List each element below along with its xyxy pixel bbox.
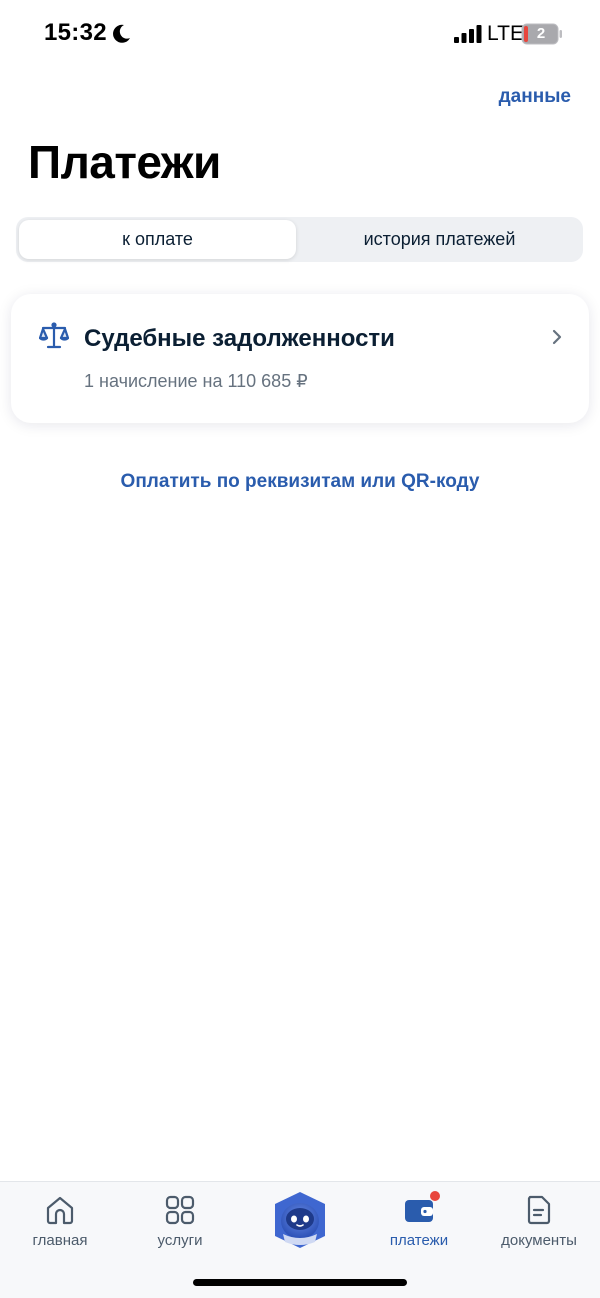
document-icon bbox=[527, 1195, 551, 1225]
court-debts-card[interactable]: Судебные задолженности 1 начисление на 1… bbox=[11, 294, 589, 423]
home-indicator bbox=[193, 1279, 407, 1286]
nav-item-documents[interactable]: документы bbox=[479, 1182, 599, 1262]
nav-label-home: главная bbox=[32, 1232, 88, 1249]
assistant-robot-icon[interactable] bbox=[270, 1190, 330, 1250]
tab-to-pay[interactable]: к оплате bbox=[19, 220, 296, 259]
signal-icon bbox=[454, 25, 482, 43]
nav-label-documents: документы bbox=[501, 1232, 577, 1249]
scales-icon bbox=[39, 322, 69, 349]
page-title: Платежи bbox=[28, 136, 221, 188]
status-time: 15:32 bbox=[44, 19, 107, 46]
nav-item-home[interactable]: главная bbox=[0, 1182, 120, 1262]
moon-icon bbox=[113, 24, 130, 43]
chevron-right-icon bbox=[552, 329, 562, 345]
nav-label-payments: платежи bbox=[389, 1232, 449, 1249]
data-link[interactable]: данные bbox=[499, 86, 571, 108]
grid-icon bbox=[165, 1195, 195, 1225]
payments-tabs: к оплате история платежей bbox=[16, 217, 583, 262]
battery-level: 2 bbox=[536, 25, 546, 42]
notification-badge bbox=[429, 1190, 441, 1202]
card-title: Судебные задолженности bbox=[84, 325, 395, 352]
pay-by-requisites-link[interactable]: Оплатить по реквизитам или QR-коду bbox=[0, 471, 600, 493]
nav-item-payments[interactable]: платежи bbox=[359, 1182, 479, 1262]
status-bar: 15:32 LTE 2 bbox=[0, 0, 600, 66]
nav-item-services[interactable]: услуги bbox=[120, 1182, 240, 1262]
network-label: LTE bbox=[487, 22, 524, 45]
home-icon bbox=[46, 1196, 74, 1225]
tab-payment-history[interactable]: история платежей bbox=[299, 220, 580, 259]
nav-label-services: услуги bbox=[157, 1232, 203, 1249]
card-subtitle: 1 начисление на 110 685 ₽ bbox=[84, 371, 308, 391]
